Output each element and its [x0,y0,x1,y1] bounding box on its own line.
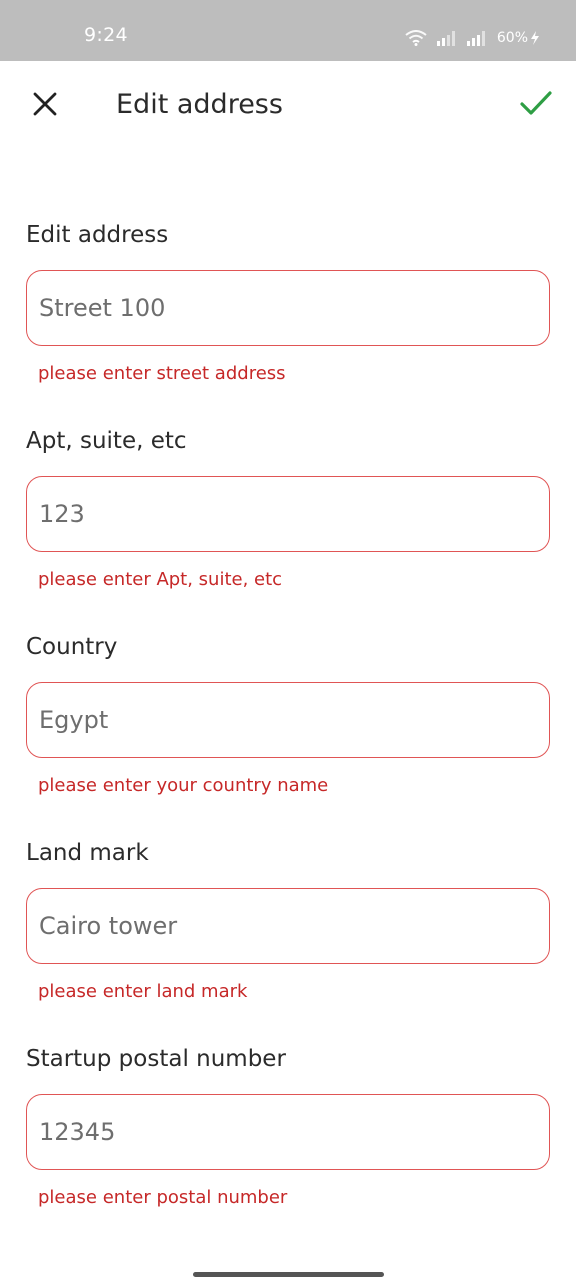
page-title: Edit address [116,89,283,120]
field-label: Country [26,634,118,660]
save-button[interactable] [514,83,558,127]
landmark-input[interactable] [26,888,550,964]
app-bar: Edit address [0,61,576,151]
error-message: please enter your country name [38,775,329,796]
check-icon [520,90,552,120]
close-icon [33,92,57,120]
status-icons: 60% [405,26,540,46]
postal-input[interactable] [26,1094,550,1170]
signal-icon [466,30,487,46]
signal-icon [436,30,457,46]
apt-field: Apt, suite, etc please enter Apt, suite,… [26,428,550,634]
status-bar: 9:24 60% [0,0,576,61]
battery-charging-icon [530,31,540,45]
country-field: Country please enter your country name [26,634,550,840]
landmark-field: Land mark please enter land mark [26,840,550,1046]
country-input[interactable] [26,682,550,758]
field-label: Edit address [26,222,169,248]
field-label: Startup postal number [26,1046,286,1072]
battery-indicator: 60% [497,30,540,46]
error-message: please enter land mark [38,981,248,1002]
error-message: please enter postal number [38,1187,288,1208]
field-label: Apt, suite, etc [26,428,187,454]
street-input[interactable] [26,270,550,346]
status-time: 9:24 [84,24,128,46]
battery-percent: 60% [496,30,528,46]
wifi-icon [405,30,427,46]
postal-field: Startup postal number please enter posta… [26,1046,550,1252]
error-message: please enter Apt, suite, etc [38,569,283,590]
close-button[interactable] [24,85,66,127]
address-form: Edit address please enter street address… [26,222,550,1252]
field-label: Land mark [26,840,149,866]
error-message: please enter street address [38,363,286,384]
street-field: Edit address please enter street address [26,222,550,428]
home-indicator[interactable] [193,1272,384,1277]
apt-input[interactable] [26,476,550,552]
